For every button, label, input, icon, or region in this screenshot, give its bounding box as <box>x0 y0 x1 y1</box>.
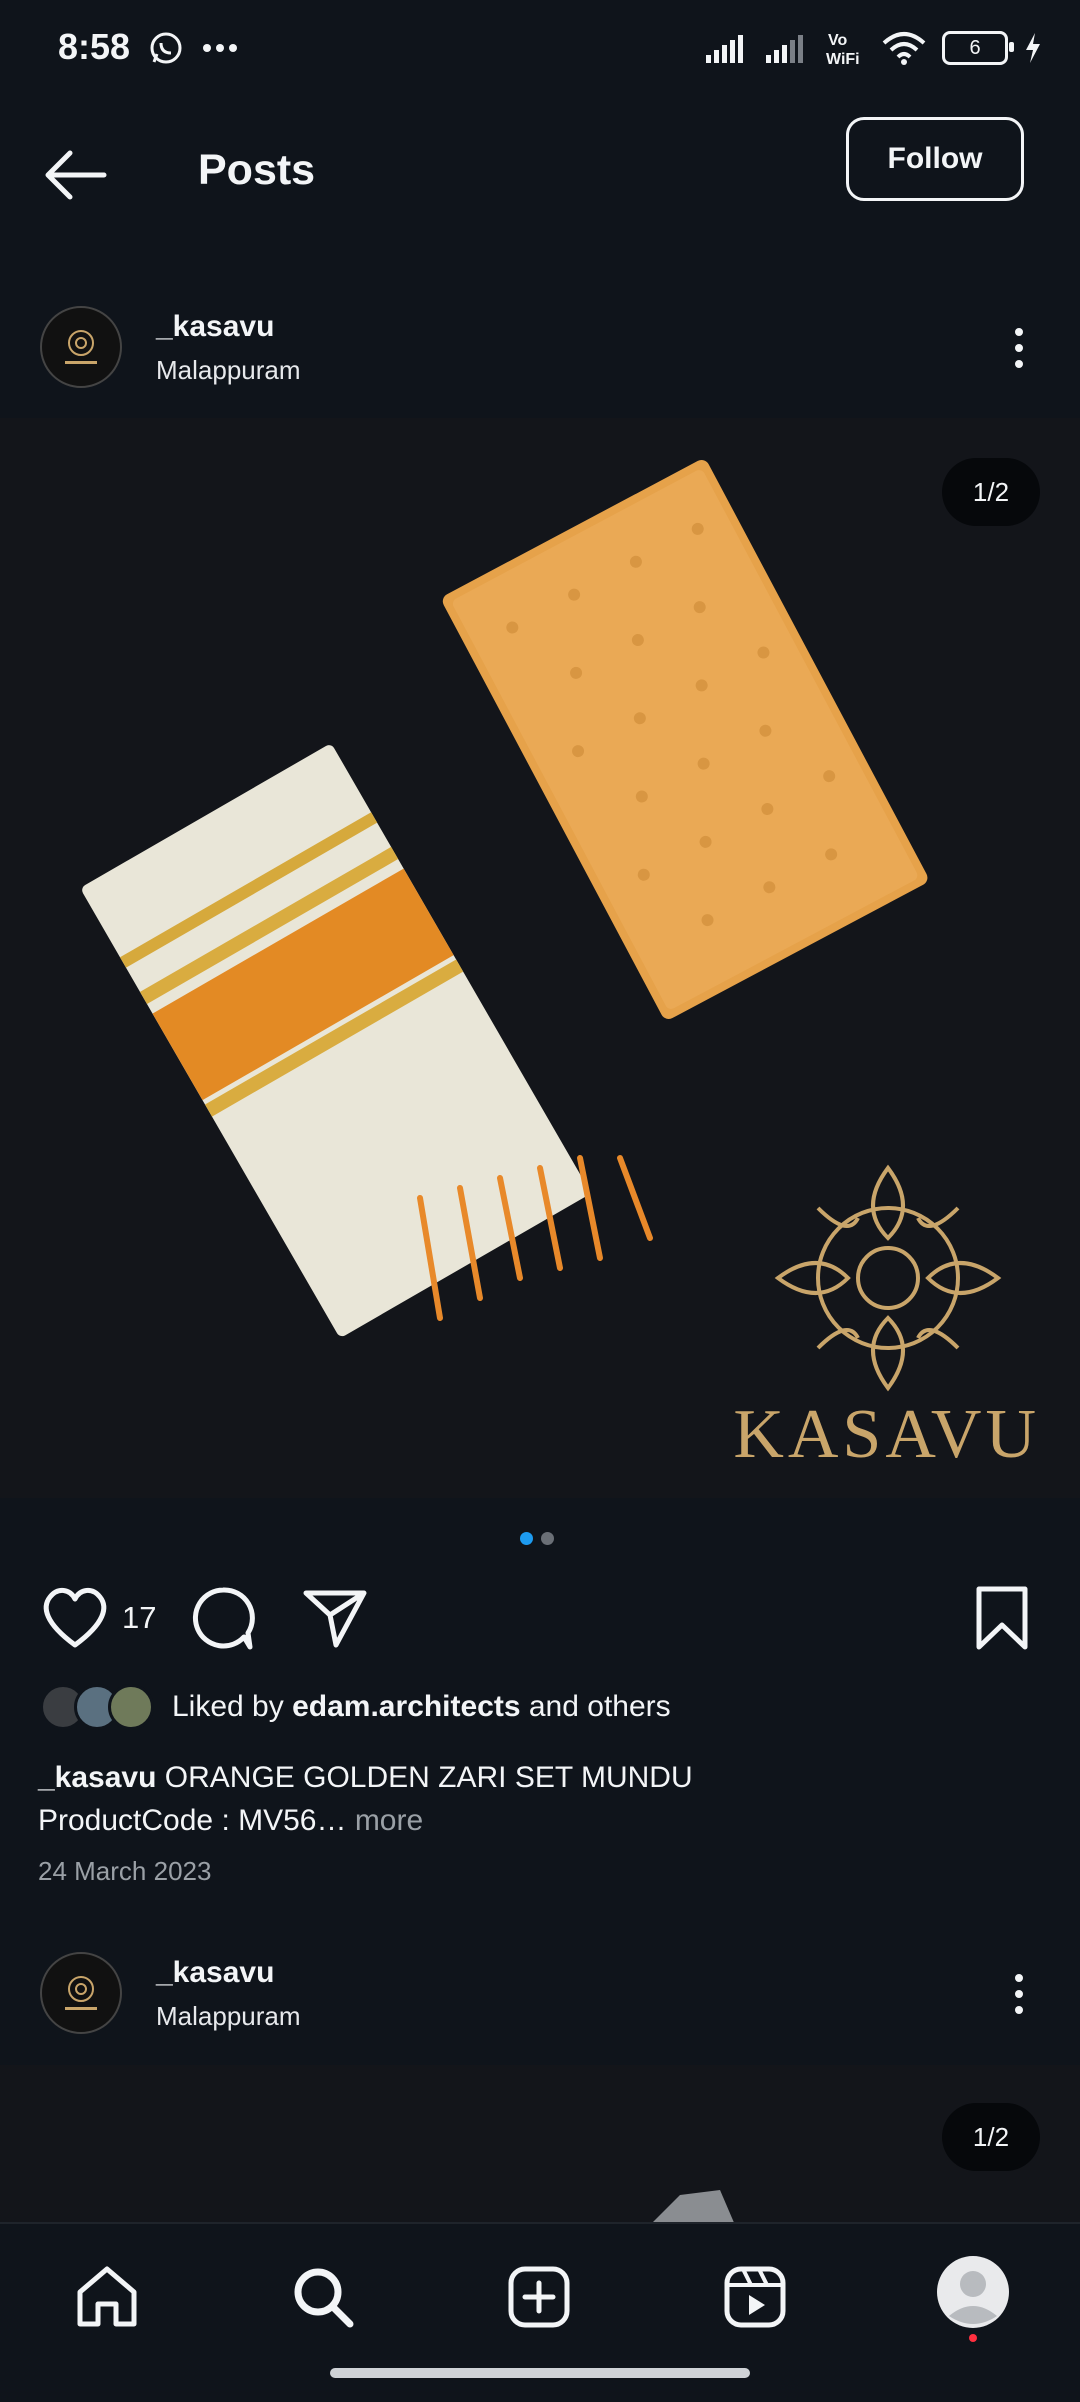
nav-home[interactable] <box>62 2252 152 2342</box>
post-location[interactable]: Malappuram <box>156 2001 301 2032</box>
follow-button[interactable]: Follow <box>846 117 1024 201</box>
status-left-icons <box>148 30 238 66</box>
carousel-dot-active <box>520 1532 533 1545</box>
dot <box>1015 1974 1023 1982</box>
dot <box>1015 344 1023 352</box>
search-icon <box>294 2268 354 2328</box>
back-button[interactable] <box>40 140 110 210</box>
signal-2-icon <box>766 35 803 63</box>
liked-by-user[interactable]: edam.architects <box>292 1690 520 1723</box>
post-username[interactable]: _kasavu <box>156 1956 274 1990</box>
liked-by-suffix: and others <box>520 1690 671 1723</box>
vowifi-icon: Vo WiFi <box>826 32 860 68</box>
post-avatar[interactable] <box>40 306 122 388</box>
post-avatar[interactable] <box>40 1952 122 2034</box>
liked-by-text: Liked by edam.architects and others <box>172 1690 671 1724</box>
product-illustration <box>82 459 1002 1392</box>
charging-icon <box>1026 33 1040 63</box>
like-count[interactable]: 17 <box>122 1600 156 1636</box>
whatsapp-icon <box>150 32 182 64</box>
send-icon <box>303 1590 367 1648</box>
carousel-counter: 1/2 <box>942 2103 1040 2171</box>
post-caption: _kasavu ORANGE GOLDEN ZARI SET MUNDU Pro… <box>38 1756 1038 1842</box>
caption-username[interactable]: _kasavu <box>38 1761 156 1794</box>
dot <box>1015 360 1023 368</box>
liked-by-prefix: Liked by <box>172 1690 293 1723</box>
dot <box>1015 328 1023 336</box>
nav-search[interactable] <box>278 2252 368 2342</box>
arrow-left-icon <box>45 150 107 200</box>
comment-icon <box>192 1587 255 1650</box>
caption-line1: ORANGE GOLDEN ZARI SET MUNDU <box>156 1761 693 1794</box>
post-image[interactable] <box>0 2065 1080 2225</box>
signal-icon <box>706 35 743 63</box>
bookmark-icon <box>976 1586 1028 1650</box>
heart-icon <box>43 1588 107 1648</box>
carousel-dots <box>520 1532 554 1545</box>
page-title: Posts <box>198 146 316 194</box>
product-preview <box>650 2190 735 2225</box>
comment-button[interactable] <box>190 1585 256 1656</box>
brand-watermark: KASAVU <box>733 1396 1040 1473</box>
liker-avatar <box>108 1684 154 1730</box>
svg-text:Vo: Vo <box>828 32 847 49</box>
dot <box>1015 1990 1023 1998</box>
dot <box>1015 2006 1023 2014</box>
profile-avatar <box>937 2256 1009 2342</box>
carousel-dot <box>541 1532 554 1545</box>
plus-square-icon <box>508 2266 570 2328</box>
post-image[interactable] <box>0 418 1080 1498</box>
battery-level: 6 <box>969 36 981 59</box>
liker-avatars <box>40 1684 154 1730</box>
kasavu-logo-icon <box>65 1976 97 2010</box>
like-button[interactable] <box>40 1585 110 1654</box>
kasavu-logo-icon <box>65 330 97 364</box>
more-options-button[interactable] <box>999 1964 1039 2024</box>
post-username[interactable]: _kasavu <box>156 310 274 344</box>
save-button[interactable] <box>974 1585 1030 1656</box>
svg-text:WiFi: WiFi <box>826 51 860 68</box>
status-time: 8:58 <box>58 26 131 67</box>
liked-by-row[interactable]: Liked by edam.architects and others <box>40 1684 671 1730</box>
post-location[interactable]: Malappuram <box>156 355 301 386</box>
post-date: 24 March 2023 <box>38 1856 212 1886</box>
caption-line2: ProductCode : MV56… <box>38 1804 347 1837</box>
battery-icon: 6 <box>942 31 1014 65</box>
wifi-icon <box>882 32 926 65</box>
home-indicator[interactable] <box>330 2368 750 2378</box>
nav-profile[interactable] <box>928 2252 1018 2342</box>
home-icon <box>77 2266 137 2327</box>
share-button[interactable] <box>302 1585 368 1656</box>
reels-icon <box>724 2266 786 2328</box>
caption-more-link[interactable]: more <box>346 1804 423 1837</box>
carousel-counter: 1/2 <box>942 458 1040 526</box>
nav-create[interactable] <box>494 2252 584 2342</box>
more-options-button[interactable] <box>999 318 1039 378</box>
status-right-icons: Vo WiFi 6 <box>706 28 1042 68</box>
more-notifications-icon <box>203 44 237 52</box>
nav-reels[interactable] <box>710 2252 800 2342</box>
